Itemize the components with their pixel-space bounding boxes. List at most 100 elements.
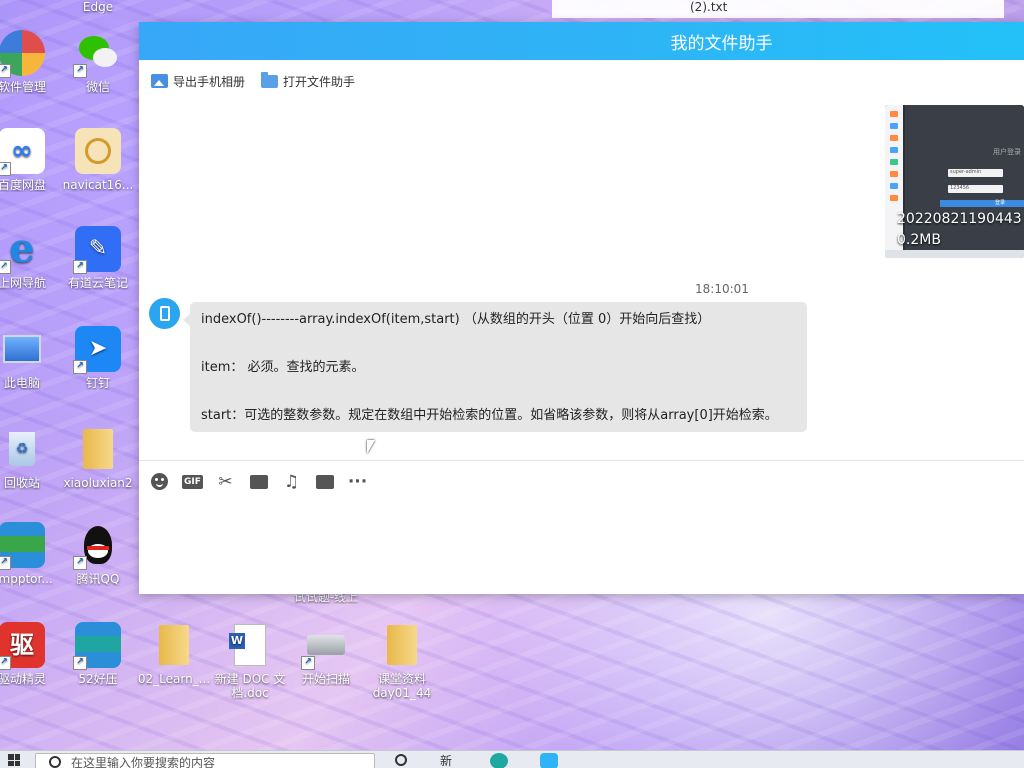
search-icon — [49, 756, 61, 768]
desktop-icon-label: 驱动精灵 — [0, 672, 46, 686]
thumbnail-title: 用户登录 — [993, 148, 1021, 156]
send-file-button[interactable] — [248, 471, 269, 492]
text-message[interactable]: indexOf()--------array.indexOf(item,star… — [183, 302, 807, 432]
baidu-netdisk-icon: ∞ ↗ — [0, 128, 45, 176]
thumbnail-username: super-admin — [948, 169, 1003, 177]
desktop-icon-label: 此电脑 — [3, 376, 40, 390]
driver-genius-icon: 驱 ↗ — [0, 622, 45, 670]
desktop-icon-label: 钉钉 — [85, 376, 110, 390]
desktop-icon-qq[interactable]: ↗ 腾讯QQ — [58, 522, 138, 586]
desktop-icon-edge[interactable]: Edge — [58, 0, 138, 14]
start-button[interactable] — [8, 754, 20, 766]
desktop-icon-xiaoluxian2[interactable]: xiaoluxian2 — [58, 426, 138, 490]
desktop-icon-label: 02_Learn_... — [137, 672, 211, 686]
open-file-assistant-button[interactable]: 打开文件助手 — [261, 71, 356, 90]
emoji-button[interactable] — [149, 471, 170, 492]
background-window-fragment: (2).txt — [552, 0, 1004, 18]
desktop-icon-label: 52好压 — [78, 672, 118, 686]
folder-icon — [249, 474, 268, 489]
desktop-icon-label: 上网导航 — [0, 276, 46, 290]
scissors-icon: ✂ — [218, 471, 233, 492]
top-toolbar: 导出手机相册 打开文件助手 — [139, 60, 1024, 102]
message-line: item： 必须。查找的元素。 — [201, 360, 365, 375]
more-button[interactable]: ··· — [347, 471, 368, 492]
this-pc-icon — [0, 326, 45, 372]
desktop-icon-baidu-netdisk[interactable]: ∞ ↗ 百度网盘 — [0, 128, 62, 192]
desktop-icon-ampptor[interactable]: ↗ ampptor... — [0, 522, 62, 586]
message-line: indexOf()--------array.indexOf(item,star… — [201, 312, 711, 327]
thumbnail-password: 123456 — [948, 185, 1003, 193]
desktop-icon-label: xiaoluxian2 — [63, 476, 133, 490]
wechat-icon: ↗ — [73, 30, 121, 78]
qq-icon: ↗ — [73, 522, 121, 570]
desktop-icon-start-scan[interactable]: ↗ 开始扫描 — [286, 622, 366, 686]
haozip-icon: ↗ — [73, 622, 121, 670]
desktop-icon-label: 有道云笔记 — [67, 276, 128, 290]
desktop-icon-label: 回收站 — [3, 476, 40, 490]
taskbar-fragment-label: 新 — [440, 754, 453, 768]
folder-icon — [75, 426, 121, 472]
dingtalk-icon: ➤ ↗ — [73, 326, 121, 374]
music-icon: ♫ — [283, 471, 300, 492]
message-timestamp: 18:10:01 — [695, 282, 749, 296]
desktop-icon-02-learn[interactable]: 02_Learn_... — [134, 622, 214, 686]
desktop-icon-label: 微信 — [85, 80, 110, 94]
desktop-icon-navicat[interactable]: navicat16... — [58, 128, 138, 192]
desktop-icon-label: 腾讯QQ — [76, 572, 120, 586]
desktop-icon-label: 开始扫描 — [301, 672, 350, 686]
desktop-icon-haozip[interactable]: ↗ 52好压 — [58, 622, 138, 686]
folder-icon — [379, 622, 425, 668]
scanner-icon: ↗ — [301, 622, 349, 670]
background-window-title: (2).txt — [690, 0, 728, 14]
message-line: start：可选的整数参数。规定在数组中开始检索的位置。如省略该参数，则将从ar… — [201, 408, 778, 423]
navicat-icon — [75, 128, 121, 174]
desktop-icon-label: 新建 DOC 文档.doc — [214, 672, 286, 700]
desktop-icon-label: 课堂资料day01_44 — [372, 672, 432, 700]
desktop-icon-label: 百度网盘 — [0, 178, 46, 192]
file-assistant-window: 我的文件助手 导出手机相册 打开文件助手 用户登录 super-admin 12… — [139, 22, 1024, 594]
message-list[interactable]: 用户登录 super-admin 123456 登录 2022082119044… — [139, 102, 1024, 460]
file-name: 20220821190443 — [897, 211, 1022, 227]
desktop-icon-driver-genius[interactable]: 驱 ↗ 驱动精灵 — [0, 622, 62, 686]
software-manager-icon: ↗ — [0, 30, 45, 78]
gif-icon: GIF — [182, 474, 203, 489]
taskbar-circle-icon[interactable] — [395, 754, 407, 766]
export-photos-button[interactable]: 导出手机相册 — [151, 73, 245, 90]
screenshot-button[interactable]: ✂ — [215, 471, 236, 492]
input-toolbar: GIF ✂ ♫ ··· — [139, 461, 1024, 502]
winrar-icon: ↗ — [0, 522, 45, 570]
desktop-icon-software-manager[interactable]: ↗ 软件管理 — [0, 30, 62, 94]
more-icon: ··· — [347, 471, 368, 492]
file-size: 0.2MB — [897, 232, 941, 248]
gif-button[interactable]: GIF — [182, 471, 203, 492]
desktop-icon-ie-browser[interactable]: e ↗ 上网导航 — [0, 226, 62, 290]
desktop-icon-label: Edge — [82, 0, 114, 14]
recycle-bin-icon: ♻ — [0, 426, 45, 472]
desktop-icon-new-doc[interactable]: W 新建 DOC 文档.doc — [210, 622, 290, 700]
file-message[interactable]: 用户登录 super-admin 123456 登录 2022082119044… — [885, 105, 1024, 258]
music-button[interactable]: ♫ — [281, 471, 302, 492]
thumbnail-login-button: 登录 — [940, 200, 1024, 207]
image-button[interactable] — [314, 471, 335, 492]
taskbar-search-placeholder: 在这里输入你要搜索的内容 — [71, 756, 216, 768]
desktop-icon-recycle-bin[interactable]: ♻ 回收站 — [0, 426, 62, 490]
taskbar: 在这里输入你要搜索的内容 新 — [0, 750, 1024, 768]
taskbar-app-edge[interactable] — [490, 753, 508, 768]
taskbar-app-file-assistant[interactable] — [540, 753, 558, 768]
desktop-icon-youdao-note[interactable]: ✎ ↗ 有道云笔记 — [58, 226, 138, 290]
desktop-icon-label: navicat16... — [62, 178, 134, 192]
taskbar-search-box[interactable]: 在这里输入你要搜索的内容 — [35, 753, 375, 768]
youdao-note-icon: ✎ ↗ — [73, 226, 121, 274]
window-header[interactable]: 我的文件助手 — [139, 22, 1024, 60]
avatar[interactable] — [149, 298, 180, 329]
desktop-icon-dingtalk[interactable]: ➤ ↗ 钉钉 — [58, 326, 138, 390]
export-photos-label: 导出手机相册 — [173, 74, 246, 89]
desktop-icon-class-materials[interactable]: 课堂资料day01_44 — [362, 622, 442, 700]
desktop-icon-wechat[interactable]: ↗ 微信 — [58, 30, 138, 94]
thumbnail-taskbar — [885, 250, 1024, 258]
phone-icon — [159, 306, 170, 321]
message-input-area[interactable]: GIF ✂ ♫ ··· — [139, 460, 1024, 595]
desktop-icon-this-pc[interactable]: 此电脑 — [0, 326, 62, 390]
open-file-assistant-label: 打开文件助手 — [283, 74, 356, 89]
mouse-cursor — [367, 440, 375, 454]
